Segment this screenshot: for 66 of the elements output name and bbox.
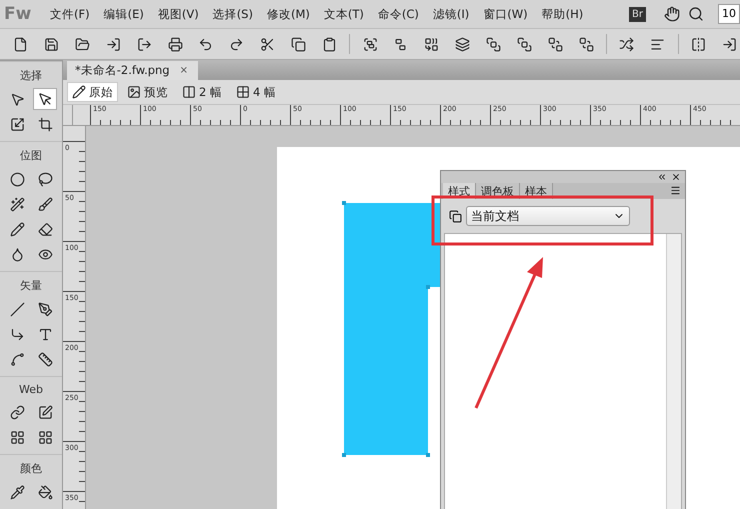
align-icon (650, 36, 666, 52)
menu-item[interactable]: 滤镜(I) (426, 6, 478, 22)
tool-section-title: 选择 (20, 68, 42, 84)
tool-section-title: 颜色 (20, 461, 42, 477)
document-tab[interactable]: *未命名-2.fw.png × (67, 61, 198, 80)
paste-icon (322, 36, 337, 52)
folder-icon (75, 36, 90, 52)
document-title: *未命名-2.fw.png (75, 63, 170, 78)
eye-icon (38, 246, 52, 262)
crop-icon (38, 116, 52, 132)
documents-icon (449, 210, 462, 222)
view-mode-tab[interactable]: 4 幅 (230, 82, 281, 102)
bridge-button[interactable]: Br (629, 6, 646, 22)
scrollbar[interactable] (666, 234, 681, 509)
brush-icon (38, 196, 52, 212)
menu-item[interactable]: 文件(F) (44, 6, 98, 22)
menu-icon (670, 185, 681, 196)
pencil-icon (10, 222, 24, 236)
text-icon (38, 326, 52, 342)
pen-icon (38, 302, 52, 316)
paint-bucket-icon (38, 484, 52, 500)
close-icon (671, 172, 681, 182)
menu-item[interactable]: 文本(T) (318, 6, 372, 22)
collapse-icon (657, 172, 667, 182)
landscape-icon (127, 85, 141, 99)
scale-icon (10, 116, 24, 132)
eraser-icon (38, 222, 52, 236)
search-icon (688, 6, 704, 22)
new-file-icon (13, 36, 28, 52)
print-icon (168, 36, 183, 52)
lasso-icon (38, 172, 52, 186)
save-icon (44, 36, 60, 52)
undo-icon (198, 36, 214, 52)
menu-item[interactable]: 命令(C) (372, 6, 427, 22)
app-logo: Fw (4, 4, 32, 24)
view-mode-tab[interactable]: 预览 (122, 82, 173, 102)
menu-item[interactable]: 修改(M) (260, 6, 318, 22)
copy-icon (291, 36, 306, 52)
import-icon (106, 36, 121, 52)
eyedropper-icon (10, 484, 24, 500)
menu-item[interactable]: 帮助(H) (536, 6, 592, 22)
export-icon (136, 36, 152, 52)
redo-icon (229, 36, 244, 52)
magic-wand-icon (10, 196, 24, 212)
hand-icon (664, 6, 680, 22)
freeform-icon (10, 352, 24, 366)
menu-item[interactable]: 选择(S) (206, 6, 261, 22)
menu-item[interactable]: 编辑(E) (98, 6, 152, 22)
cut-icon (260, 36, 276, 52)
tool-section-title: Web (19, 382, 43, 398)
subselect-pointer-icon (38, 92, 52, 106)
close-tab-button[interactable]: × (180, 65, 188, 76)
menu-item[interactable]: 视图(V) (152, 6, 207, 22)
zoom-field[interactable]: 10 (718, 4, 740, 24)
view-mode-tab[interactable]: 原始 (67, 82, 118, 102)
pencil-icon (72, 85, 86, 99)
subselect-pointer-tool[interactable] (33, 88, 57, 110)
menu-item[interactable]: 窗口(W) (477, 6, 536, 22)
line-icon (10, 302, 24, 316)
tool-section-title: 矢量 (20, 278, 42, 294)
view-mode-tab[interactable]: 2 幅 (177, 82, 227, 102)
four-pane-icon (236, 85, 250, 99)
pointer-icon (10, 92, 24, 106)
source-dropdown[interactable]: 当前文档 (466, 206, 630, 226)
two-pane-icon (182, 85, 196, 99)
tool-section-title: 位图 (20, 148, 42, 164)
